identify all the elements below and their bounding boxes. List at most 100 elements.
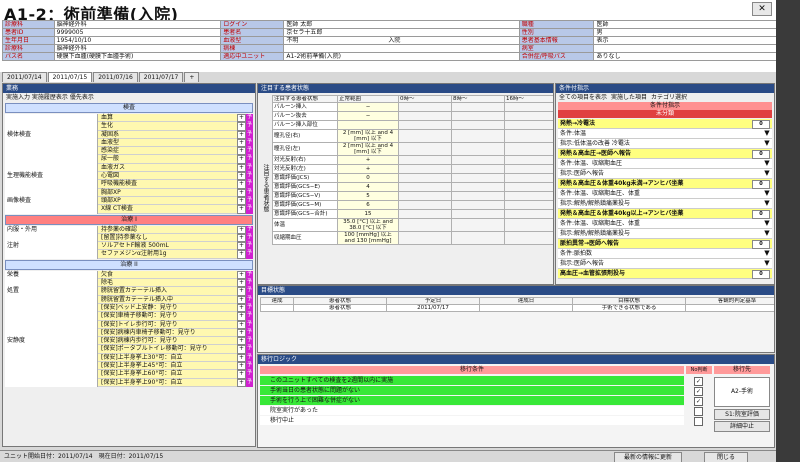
task-item[interactable]: 持参薬の確認	[98, 225, 237, 234]
conditional-order-row[interactable]: 指示:医師へ報告 ▼	[558, 259, 772, 269]
section-header[interactable]: 検査	[5, 103, 253, 113]
task-row[interactable]: 呼吸機能検査 + 予	[5, 180, 253, 189]
goal-cell[interactable]	[260, 304, 294, 312]
task-row[interactable]: X線 CT検査 + 予	[5, 205, 253, 214]
plus-icon[interactable]: +	[237, 328, 246, 338]
conditional-order-row[interactable]: 発熱＆高血圧＆体重40kg以上→アンヒバ坐薬 0	[558, 209, 772, 219]
state-cell[interactable]	[451, 182, 505, 192]
transition-condition[interactable]: 院室実行があった	[260, 406, 684, 415]
patient-state-row[interactable]: 意識評価(GCS−V) 5	[272, 191, 553, 201]
condition-checkbox[interactable]	[694, 417, 703, 426]
task-row[interactable]: セファメジンα注射用1g + 予	[5, 250, 253, 259]
patient-state-row[interactable]: バルーン挿入部位	[272, 120, 553, 130]
plus-icon[interactable]: +	[237, 295, 246, 304]
expand-arrow-icon[interactable]: ▼	[762, 159, 772, 168]
task-row[interactable]: [保安]上半身挙上90°可：自立 + 予	[5, 378, 253, 387]
state-cell[interactable]	[398, 120, 452, 130]
state-cell[interactable]	[504, 173, 553, 183]
task-row[interactable]: 血算 + 予	[5, 114, 253, 123]
marker-icon[interactable]: 予	[246, 225, 253, 234]
marker-icon[interactable]: 予	[246, 303, 253, 313]
conditional-order-row[interactable]: 指示:低体温の改善 冷罨法 ▼	[558, 139, 772, 149]
plus-icon[interactable]: +	[237, 233, 246, 243]
state-cell[interactable]	[451, 191, 505, 201]
task-item[interactable]: 尿一般	[98, 155, 237, 164]
tab-date[interactable]: +	[184, 72, 200, 82]
plus-icon[interactable]: +	[237, 147, 246, 156]
state-cell[interactable]	[451, 111, 505, 121]
task-row[interactable]: [留置]持参薬なし + 予	[5, 233, 253, 243]
marker-icon[interactable]: 予	[246, 130, 253, 139]
plus-icon[interactable]: +	[237, 279, 246, 288]
close-button[interactable]: 閉じる	[704, 452, 748, 462]
state-cell[interactable]	[504, 111, 553, 121]
task-item[interactable]: [保安]病棟内車椅子移動可：見守り	[98, 328, 237, 338]
task-item[interactable]: 生化	[98, 122, 237, 131]
patient-state-row[interactable]: 瞳孔径(右) 2 [mm] 以上 and 4 [mm] 以下	[272, 129, 553, 143]
marker-icon[interactable]: 予	[246, 312, 253, 321]
task-item[interactable]: 血液型	[98, 138, 237, 148]
plus-icon[interactable]: +	[237, 196, 246, 206]
state-cell[interactable]	[398, 173, 452, 183]
plus-icon[interactable]: +	[237, 155, 246, 164]
state-cell[interactable]	[398, 191, 452, 201]
task-item[interactable]: [保安]上半身挙上90°可：自立	[98, 378, 237, 387]
patient-state-row[interactable]: 対光反射(左) +	[272, 164, 553, 174]
marker-icon[interactable]: 予	[246, 180, 253, 189]
marker-icon[interactable]: 予	[246, 250, 253, 259]
expand-arrow-icon[interactable]: ▼	[762, 199, 772, 208]
section-header[interactable]: 治療 I	[5, 214, 253, 225]
plus-icon[interactable]: +	[237, 172, 246, 181]
state-cell[interactable]	[504, 182, 553, 192]
conditional-order-row[interactable]: 発熱＆高血圧＆体重40kg未満→アンヒバ坐薬 0	[558, 179, 772, 189]
cancel-detail-button[interactable]: 詳細中止	[714, 421, 770, 432]
marker-icon[interactable]: 予	[246, 270, 253, 280]
transition-condition[interactable]: 手術を行う上で困難な併症がない	[260, 396, 684, 405]
goal-row[interactable]: 患者状態 2011/07/17 手術できる状態である	[260, 304, 774, 312]
marker-icon[interactable]: 予	[246, 353, 253, 363]
task-row[interactable]: [保安]ポータブルトイレ移動可：見守り + 予	[5, 345, 253, 354]
marker-icon[interactable]: 予	[246, 188, 253, 197]
conditional-order-row[interactable]: 指示:解熱/解熱鎮痛薬投与 ▼	[558, 229, 772, 239]
patient-state-row[interactable]: 瞳孔径(左) 2 [mm] 以上 and 4 [mm] 以下	[272, 142, 553, 156]
state-cell[interactable]	[504, 191, 553, 201]
task-item[interactable]: 凝固系	[98, 130, 237, 139]
marker-icon[interactable]: 予	[246, 295, 253, 304]
tab-date[interactable]: 2011/07/14	[2, 72, 47, 82]
state-cell[interactable]	[504, 155, 553, 165]
right-toolbar-item[interactable]: 全ての項目を表示	[559, 94, 607, 101]
plus-icon[interactable]: +	[237, 250, 246, 259]
state-cell[interactable]	[504, 164, 553, 174]
task-row[interactable]: 処置 膀胱留置カテーテル挿入 + 予	[5, 287, 253, 296]
state-cell[interactable]	[451, 155, 505, 165]
task-row[interactable]: [保安]トイレ歩行可：見守り + 予	[5, 320, 253, 329]
task-row[interactable]: [保安]車椅子移動可：見守り + 予	[5, 312, 253, 321]
transition-condition[interactable]: 手術当日の患者状態に問題がない	[260, 386, 684, 395]
marker-icon[interactable]: 予	[246, 370, 253, 379]
marker-icon[interactable]: 予	[246, 328, 253, 338]
state-cell[interactable]	[398, 142, 452, 156]
state-cell[interactable]	[504, 231, 553, 245]
plus-icon[interactable]: +	[237, 320, 246, 329]
patient-state-row[interactable]: バルーン挿入 −	[272, 102, 553, 112]
patient-state-row[interactable]: 意識評価(GCS−E) 4	[272, 182, 553, 192]
task-row[interactable]: [保安]ベッド上安静：見守り + 予	[5, 303, 253, 313]
task-item[interactable]: X線 CT検査	[98, 205, 237, 214]
marker-icon[interactable]: 予	[246, 138, 253, 148]
state-cell[interactable]	[451, 173, 505, 183]
plus-icon[interactable]: +	[237, 378, 246, 387]
state-cell[interactable]	[451, 209, 505, 219]
expand-arrow-icon[interactable]: ▼	[762, 169, 772, 178]
plus-icon[interactable]: +	[237, 270, 246, 280]
task-row[interactable]: 膀胱留置カテーテル挿入中 + 予	[5, 295, 253, 304]
expand-arrow-icon[interactable]: ▼	[762, 219, 772, 228]
state-cell[interactable]	[398, 182, 452, 192]
expand-arrow-icon[interactable]: ▼	[762, 189, 772, 198]
task-item[interactable]: [留置]持参薬なし	[98, 233, 237, 243]
state-cell[interactable]	[504, 129, 553, 143]
task-row[interactable]: [保安]上半身挙上60°可：自立 + 予	[5, 370, 253, 379]
plus-icon[interactable]: +	[237, 180, 246, 189]
plus-icon[interactable]: +	[237, 303, 246, 313]
expand-arrow-icon[interactable]: ▼	[762, 139, 772, 148]
patient-state-row[interactable]: 体温 35.0 [°C] 以上 and 38.0 [°C] 以下	[272, 218, 553, 232]
